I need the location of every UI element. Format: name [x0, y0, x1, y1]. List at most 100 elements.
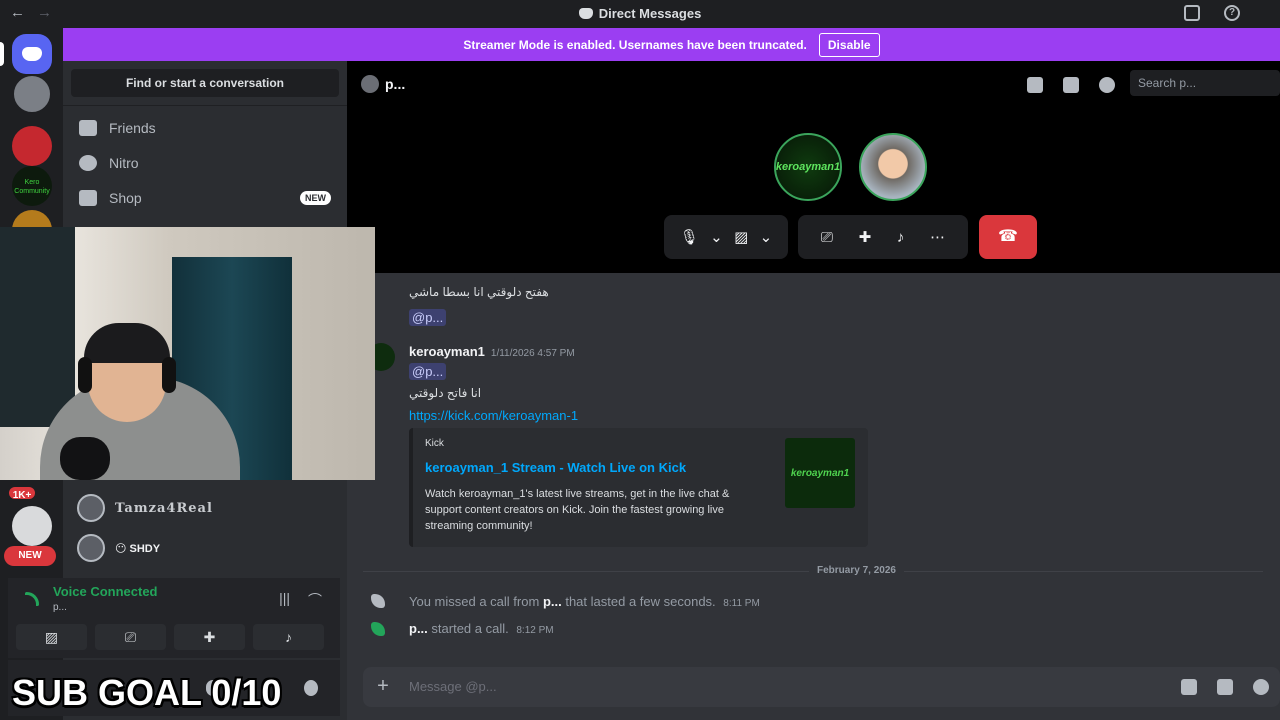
voice-channel-name: p... [53, 602, 67, 613]
avatar [361, 75, 379, 93]
activities-icon: ✚ [203, 628, 216, 645]
caller-name[interactable]: p... [409, 621, 428, 636]
add-friends-to-dm-icon[interactable] [1063, 77, 1079, 93]
noise-suppression-icon[interactable]: ||| [279, 590, 290, 610]
soundboard-icon: ♪ [285, 629, 292, 645]
new-badge: NEW [4, 546, 56, 566]
activities-button[interactable]: ✚ [174, 624, 245, 650]
message: keroayman1 1/11/2026 4:57 PM @p... انا فا… [409, 344, 578, 423]
user-mention[interactable]: @p... [409, 309, 447, 326]
title-bar: ← → Direct Messages ? [0, 0, 1280, 28]
settings-gear-icon[interactable] [304, 680, 318, 696]
discord-logo-icon [22, 47, 42, 61]
voice-status[interactable]: Voice Connected [53, 584, 158, 599]
server-icon-red[interactable] [12, 126, 52, 166]
signal-icon[interactable] [25, 592, 39, 606]
message-timestamp: 1/11/2026 4:57 PM [490, 348, 575, 359]
window-title-text: Direct Messages [598, 6, 702, 21]
disable-streamer-mode-button[interactable]: Disable [818, 32, 880, 57]
sidebar-item-nitro[interactable]: Nitro [71, 146, 339, 180]
server-icon-kero-community[interactable]: Kero Community [12, 166, 52, 206]
sidebar-item-label: Shop [109, 190, 142, 206]
streamer-cap [84, 323, 170, 363]
screen-share-button[interactable]: ⎚ [95, 624, 166, 650]
message-input[interactable]: Message @p... [409, 679, 497, 694]
message-link[interactable]: https://kick.com/keroayman-1 [409, 408, 578, 423]
call-area: p... Search p... keroayman1 🎙 ⌄ ▨ ⌄ ⎚ ✚ … [347, 61, 1280, 273]
help-icon[interactable]: ? [1224, 5, 1240, 21]
gif-icon[interactable] [1217, 679, 1233, 695]
find-conversation-button[interactable]: Find or start a conversation [71, 69, 339, 97]
screen-share-icon: ⎚ [124, 628, 137, 645]
call-started-icon [371, 622, 385, 636]
message-timestamp: 8:11 PM [723, 598, 760, 609]
streamer-mode-text: Streamer Mode is enabled. Usernames have… [463, 37, 807, 52]
date-divider: February 7, 2026 [363, 565, 1263, 576]
streamer-mode-banner: Streamer Mode is enabled. Usernames have… [63, 28, 1280, 61]
camera-off-icon[interactable]: ▨ [734, 228, 748, 246]
webcam-overlay [0, 227, 375, 480]
discord-window: ← → Direct Messages ? Kero Community 1K+… [0, 0, 1280, 720]
avatar [77, 494, 105, 522]
dm-avatar-button[interactable] [12, 74, 52, 114]
sidebar-item-label: Nitro [109, 155, 139, 171]
user-mention[interactable]: @p... [409, 363, 447, 380]
add-attachment-icon[interactable]: + [371, 675, 395, 699]
chevron-down-icon[interactable]: ⌄ [710, 228, 723, 246]
dm-name: 😶 SHDY [115, 542, 160, 555]
dm-item-tamza4real[interactable]: Tamza4Real [71, 490, 339, 526]
gift-icon[interactable] [1181, 679, 1197, 695]
nitro-icon [79, 155, 97, 171]
search-input[interactable]: Search p... [1130, 70, 1280, 96]
system-text: that lasted a few seconds. [565, 594, 716, 609]
call-actions-controls: ⎚ ✚ ♪ ⋯ [798, 215, 968, 259]
embed-title[interactable]: keroayman_1 Stream - Watch Live on Kick [425, 460, 686, 475]
message-author[interactable]: keroayman1 [409, 344, 485, 359]
screen-share-icon[interactable]: ⎚ [821, 229, 833, 246]
activities-icon[interactable]: ✚ [859, 228, 872, 246]
divider [63, 105, 347, 106]
emoji: 😶 [115, 542, 127, 555]
caller-name[interactable]: p... [543, 594, 562, 609]
selected-pill [0, 42, 4, 66]
sidebar-item-shop[interactable]: Shop NEW [71, 181, 339, 215]
headphones [78, 357, 92, 393]
hang-up-button[interactable]: ☎ [979, 215, 1037, 259]
date-divider-label: February 7, 2026 [809, 565, 904, 576]
soundboard-button[interactable]: ♪ [253, 624, 324, 650]
chevron-down-icon[interactable]: ⌄ [760, 228, 773, 246]
more-options-icon[interactable]: ⋯ [930, 228, 945, 246]
message-timestamp: 8:12 PM [516, 625, 554, 636]
sidebar-item-label: Friends [109, 120, 156, 136]
sidebar-item-friends[interactable]: Friends [71, 111, 339, 145]
camera-off-icon: ▨ [44, 628, 59, 645]
avatar [77, 534, 105, 562]
soundboard-icon[interactable]: ♪ [897, 229, 905, 246]
call-participant-avatar[interactable]: keroayman1 [774, 133, 842, 201]
embed-description: Watch keroayman_1's latest live streams,… [425, 488, 730, 532]
message: هفتح دلوقتي انا بسطا ماشي @p... [409, 267, 549, 326]
microphone-icon[interactable]: 🎙 [680, 228, 699, 246]
missed-call-icon [371, 594, 385, 608]
message-composer[interactable]: + Message @p... [363, 667, 1280, 707]
emoji-icon[interactable] [1253, 679, 1269, 695]
disconnect-icon[interactable]: ⌒ [308, 590, 322, 610]
camera-off-button[interactable]: ▨ [16, 624, 87, 650]
system-text: started a call. [431, 621, 509, 636]
embed-provider: Kick [425, 438, 444, 449]
server-icon-white[interactable] [12, 506, 52, 546]
dm-item-shdy[interactable]: 😶 SHDY [71, 530, 339, 566]
call-participant-avatar[interactable] [859, 133, 927, 201]
headphones [162, 357, 176, 393]
message-text: هفتح دلوقتي انا بسطا ماشي [409, 285, 549, 299]
dm-header-name: p... [385, 76, 406, 92]
system-message-missed-call: You missed a call from p... that lasted … [409, 594, 760, 609]
embed-thumbnail[interactable]: keroayman1 [785, 438, 855, 508]
window-title: Direct Messages [0, 6, 1280, 21]
inbox-icon[interactable] [1184, 5, 1200, 21]
pin-icon[interactable] [1027, 77, 1043, 93]
microphone [60, 437, 110, 480]
user-profile-icon[interactable] [1099, 77, 1115, 93]
shop-icon [79, 190, 97, 206]
direct-messages-home-button[interactable] [12, 34, 52, 74]
